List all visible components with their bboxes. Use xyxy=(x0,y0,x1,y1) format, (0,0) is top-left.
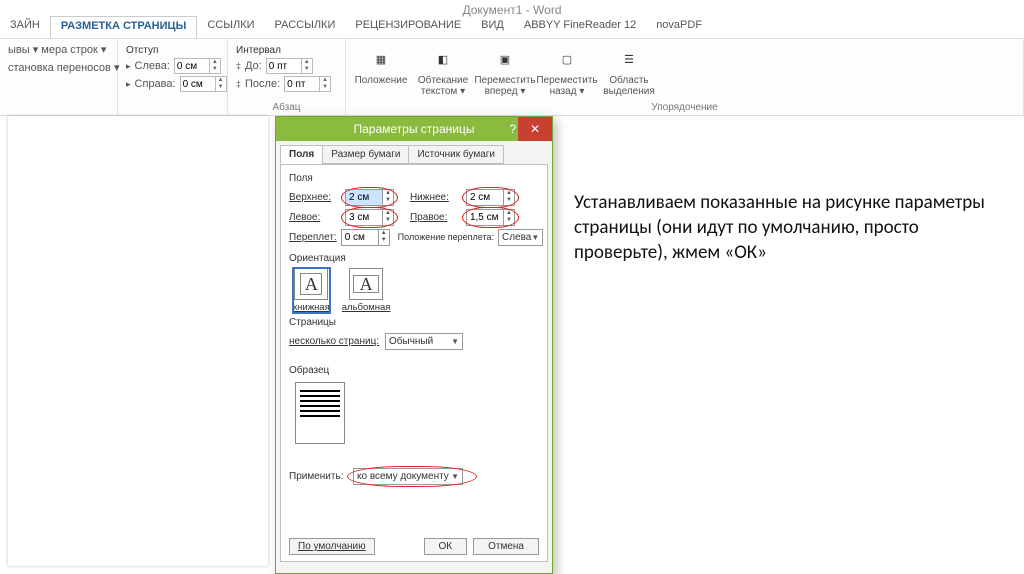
group-paragraph: Абзац xyxy=(228,102,345,113)
bottom-margin-input[interactable]: ▲▼ xyxy=(466,189,515,206)
tab-abbyy[interactable]: ABBYY FineReader 12 xyxy=(514,16,646,38)
bottom-margin-lbl: Нижнее: xyxy=(410,192,462,203)
dlg-tab-source[interactable]: Источник бумаги xyxy=(408,145,504,164)
ribbon-tabs: ЗАЙН РАЗМЕТКА СТРАНИЦЫ ССЫЛКИ РАССЫЛКИ Р… xyxy=(0,16,712,38)
orient-portrait[interactable]: A книжная xyxy=(293,268,330,313)
tab-review[interactable]: РЕЦЕНЗИРОВАНИЕ xyxy=(345,16,471,38)
right-margin-lbl: Правое: xyxy=(410,212,462,223)
instruction-text: Устанавливаем показанные на рисунке пара… xyxy=(574,190,994,265)
orient-section: Ориентация xyxy=(289,253,539,264)
backward-icon: ▢ xyxy=(553,45,581,73)
cancel-button[interactable]: Отмена xyxy=(473,538,539,555)
dlg-tab-paper[interactable]: Размер бумаги xyxy=(322,145,409,164)
dialog-titlebar: Параметры страницы ? ✕ xyxy=(276,117,552,141)
pane-icon: ☰ xyxy=(615,45,643,73)
indent-left-spin[interactable]: ▲▼ xyxy=(174,58,221,74)
dialog-title: Параметры страницы xyxy=(354,122,475,136)
multi-pages-select[interactable]: Обычный▼ xyxy=(385,333,463,350)
line-numbers-dd[interactable]: мера строк ▾ xyxy=(41,43,106,61)
ok-button[interactable]: ОК xyxy=(424,538,468,555)
breaks-dd[interactable]: ывы ▾ xyxy=(8,43,38,61)
interval-label: Интервал xyxy=(236,43,337,57)
dlg-tab-margins[interactable]: Поля xyxy=(280,145,323,164)
tab-references[interactable]: ССЫЛКИ xyxy=(197,16,264,38)
tab-mailings[interactable]: РАССЫЛКИ xyxy=(265,16,346,38)
gutter-lbl: Переплет: xyxy=(289,232,337,243)
indent-label: Отступ xyxy=(126,43,219,57)
orient-landscape[interactable]: A альбомная xyxy=(342,268,391,313)
sample-section: Образец xyxy=(289,365,539,376)
default-button[interactable]: По умолчанию xyxy=(289,538,375,555)
position-icon: ▦ xyxy=(367,45,395,73)
right-margin-input[interactable]: ▲▼ xyxy=(466,209,515,226)
top-margin-lbl: Верхнее: xyxy=(289,192,341,203)
gutter-input[interactable]: ▲▼ xyxy=(341,229,390,246)
tab-view[interactable]: ВИД xyxy=(471,16,514,38)
indent-left-lbl: Слева: xyxy=(135,60,170,72)
indent-right-lbl: Справа: xyxy=(135,78,176,90)
gutter-pos-lbl: Положение переплета: xyxy=(398,232,494,242)
apply-select[interactable]: ко всему документу▼ xyxy=(353,468,463,485)
group-arrange: Упорядочение xyxy=(346,102,1023,113)
dialog-close-icon[interactable]: ✕ xyxy=(518,117,552,141)
tab-design[interactable]: ЗАЙН xyxy=(0,16,50,38)
tab-novapdf[interactable]: novaPDF xyxy=(646,16,712,38)
top-margin-input[interactable]: ▲▼ xyxy=(345,189,394,206)
hyphenation-dd[interactable]: становка переносов ▾ xyxy=(8,61,119,79)
multi-pages-lbl: несколько страниц: xyxy=(289,336,381,347)
wrap-icon: ◧ xyxy=(429,45,457,73)
indent-right-spin[interactable]: ▲▼ xyxy=(180,76,227,92)
left-margin-lbl: Левое: xyxy=(289,212,341,223)
tab-page-layout[interactable]: РАЗМЕТКА СТРАНИЦЫ xyxy=(50,16,198,38)
document-page xyxy=(8,116,268,566)
before-spin[interactable]: ▲▼ xyxy=(266,58,313,74)
after-spin[interactable]: ▲▼ xyxy=(284,76,331,92)
preview-thumbnail xyxy=(295,382,345,444)
apply-lbl: Применить: xyxy=(289,471,349,482)
margins-section: Поля xyxy=(289,173,539,184)
after-lbl: После: xyxy=(245,78,280,90)
gutter-pos-select[interactable]: Слева▼ xyxy=(498,229,543,246)
dialog-help-icon[interactable]: ? xyxy=(509,122,516,136)
left-margin-input[interactable]: ▲▼ xyxy=(345,209,394,226)
page-setup-dialog: Параметры страницы ? ✕ Поля Размер бумаг… xyxy=(275,116,553,574)
window-title: Документ1 - Word xyxy=(0,3,1024,17)
ribbon-body: ывы ▾ мера строк ▾ становка переносов ▾ … xyxy=(0,38,1024,116)
before-lbl: До: xyxy=(245,60,262,72)
forward-icon: ▣ xyxy=(491,45,519,73)
pages-section: Страницы xyxy=(289,317,539,328)
